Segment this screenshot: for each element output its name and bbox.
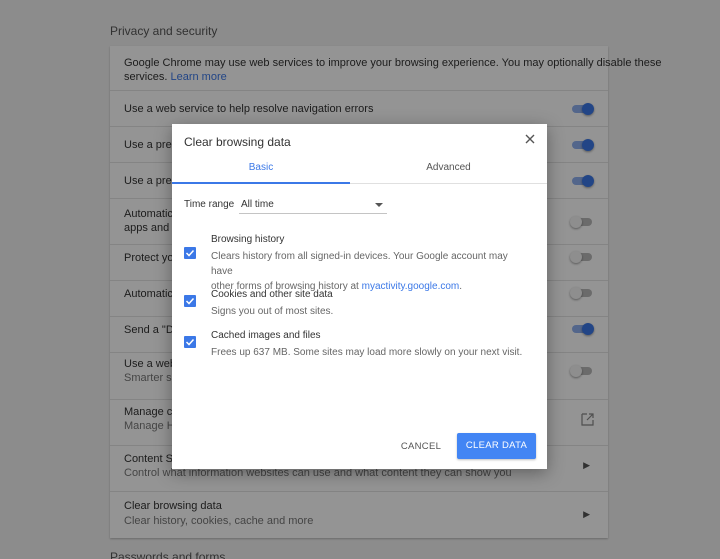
checkmark-icon [185, 338, 195, 346]
option-title: Cookies and other site data [211, 289, 333, 300]
checkmark-icon [185, 249, 195, 257]
dialog-title: Clear browsing data [184, 135, 291, 149]
option-title: Cached images and files [211, 330, 321, 341]
clear-browsing-data-dialog: Clear browsing data Basic Advanced Time … [172, 124, 547, 469]
myactivity-link[interactable]: myactivity.google.com [362, 281, 460, 292]
tab-advanced[interactable]: Advanced [350, 156, 547, 184]
clear-data-button[interactable]: CLEAR DATA [457, 433, 536, 459]
tab-basic[interactable]: Basic [172, 156, 350, 184]
tab-bar: Basic Advanced [172, 156, 547, 184]
cookies-checkbox[interactable] [184, 295, 196, 307]
option-desc: Clears history from all signed-in device… [211, 251, 508, 292]
option-desc: Signs you out of most sites. [211, 306, 334, 317]
time-range-select[interactable]: All time [239, 196, 387, 214]
time-range-value: All time [241, 199, 274, 210]
close-icon[interactable] [523, 132, 537, 146]
checkmark-icon [185, 297, 195, 305]
dropdown-caret-icon [375, 203, 383, 207]
option-title: Browsing history [211, 234, 285, 245]
cancel-button[interactable]: CANCEL [394, 436, 448, 458]
option-desc: Frees up 637 MB. Some sites may load mor… [211, 347, 523, 358]
time-range-label: Time range [184, 199, 235, 210]
browsing-history-checkbox[interactable] [184, 247, 196, 259]
cache-checkbox[interactable] [184, 336, 196, 348]
